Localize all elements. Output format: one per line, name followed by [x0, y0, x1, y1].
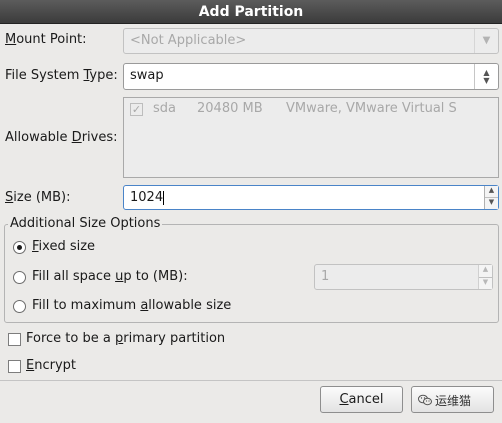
drive-checkbox[interactable]: ✓: [130, 103, 143, 116]
mount-point-combo[interactable]: <Not Applicable> ▼: [123, 28, 499, 54]
cancel-button[interactable]: Cancel: [320, 386, 403, 413]
fixed-size-label[interactable]: Fixed size: [32, 239, 95, 254]
fill-max-radio[interactable]: [13, 300, 26, 313]
encrypt-label[interactable]: Encrypt: [26, 358, 76, 373]
spin-down-icon[interactable]: ▼: [479, 277, 492, 289]
fill-max-label[interactable]: Fill to maximum allowable size: [32, 298, 231, 313]
text-cursor: [163, 190, 165, 205]
button-separator: [0, 380, 502, 381]
fs-type-value: swap: [130, 68, 164, 83]
fill-spin-buttons[interactable]: ▲ ▼: [478, 265, 492, 289]
spin-up-icon[interactable]: ▲: [479, 265, 492, 278]
fill-up-to-value: 1: [321, 269, 330, 284]
spin-down-icon[interactable]: ▼: [485, 198, 498, 209]
size-value: 1024: [130, 190, 164, 205]
drives-list[interactable]: ✓ sda 20480 MB VMware, VMware Virtual S: [123, 97, 499, 178]
ok-button[interactable]: OK: [411, 386, 494, 413]
fill-up-to-radio[interactable]: [13, 271, 26, 284]
encrypt-checkbox[interactable]: [8, 360, 21, 373]
size-spin-buttons[interactable]: ▲ ▼: [484, 186, 498, 209]
up-down-arrows-icon: ▲ ▼: [474, 64, 498, 89]
drive-row[interactable]: ✓ sda 20480 MB VMware, VMware Virtual S: [124, 98, 498, 120]
chevron-down-icon: ▼: [474, 29, 498, 53]
mount-point-value: <Not Applicable>: [130, 33, 247, 48]
primary-label[interactable]: Force to be a primary partition: [26, 331, 225, 346]
size-spinbutton[interactable]: 1024 ▲ ▼: [123, 185, 499, 210]
primary-checkbox[interactable]: [8, 333, 21, 346]
drive-name: sda: [153, 101, 176, 116]
dialog-title: Add Partition: [0, 0, 502, 24]
drive-size: 20480 MB: [197, 101, 263, 116]
drive-model: VMware, VMware Virtual S: [286, 101, 457, 116]
spin-up-icon[interactable]: ▲: [485, 186, 498, 198]
fill-up-to-spinbutton[interactable]: 1 ▲ ▼: [314, 264, 493, 290]
fill-up-to-label[interactable]: Fill all space up to (MB):: [32, 269, 188, 284]
fs-type-label: File System Type:: [5, 68, 118, 83]
fs-type-combo[interactable]: swap ▲ ▼: [123, 63, 499, 90]
check-mark-icon: ✓: [131, 103, 142, 116]
size-options-title: Additional Size Options: [8, 216, 163, 231]
size-label: Size (MB):: [5, 190, 71, 205]
fixed-size-radio[interactable]: [13, 241, 26, 254]
mount-point-label: Mount Point:: [5, 32, 87, 47]
drives-label: Allowable Drives:: [5, 130, 118, 145]
